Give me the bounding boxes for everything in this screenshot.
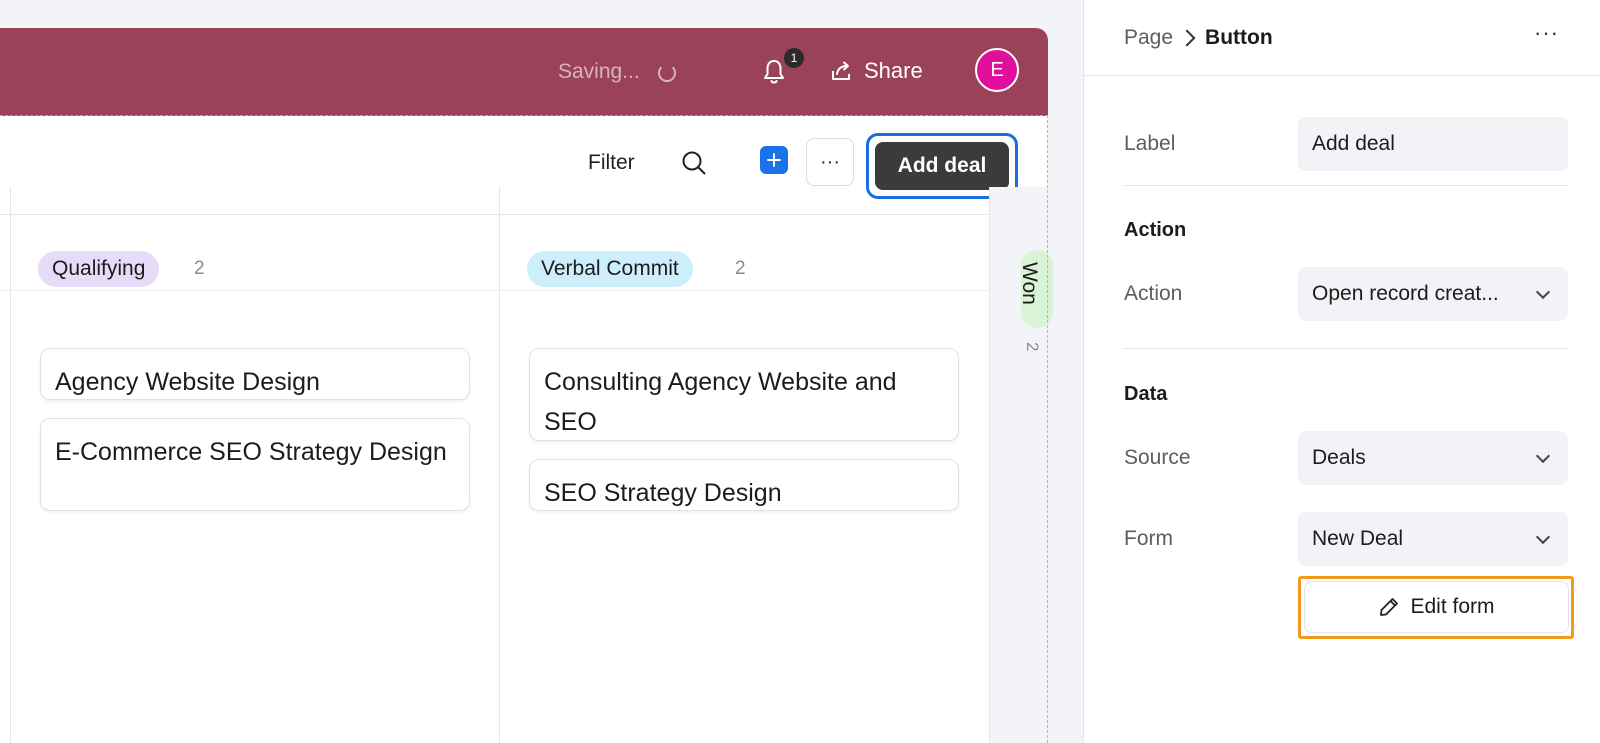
board-toolbar: Filter ··· Add deal — [0, 116, 1048, 215]
ellipsis-icon: ··· — [820, 150, 840, 173]
label-input[interactable]: Add deal — [1298, 117, 1568, 171]
form-field-label: Form — [1124, 527, 1173, 550]
chevron-down-icon — [1535, 529, 1551, 545]
pencil-icon — [1380, 598, 1399, 616]
share-icon — [832, 61, 850, 80]
column-divider — [499, 187, 500, 743]
source-field-label: Source — [1124, 446, 1191, 469]
panel-divider — [1084, 75, 1600, 76]
edit-form-button[interactable]: Edit form — [1304, 581, 1569, 633]
add-block-button[interactable] — [760, 146, 788, 174]
breadcrumb-page[interactable]: Page — [1124, 26, 1173, 50]
stage-pill-verbal-commit[interactable]: Verbal Commit — [527, 251, 693, 287]
plus-icon — [767, 153, 781, 167]
filter-button[interactable]: Filter — [588, 151, 635, 175]
app-header: Saving... 1 Share E — [0, 28, 1048, 116]
action-select-value: Open record creat... — [1312, 282, 1499, 305]
deal-card[interactable]: SEO Strategy Design — [529, 459, 959, 511]
stage-count: 2 — [735, 258, 746, 279]
share-button[interactable]: Share — [830, 54, 923, 88]
breadcrumb-current: Button — [1205, 26, 1273, 49]
source-select[interactable]: Deals — [1298, 431, 1568, 485]
stage-count: 2 — [194, 258, 205, 279]
deal-card-title: E-Commerce SEO Strategy Design — [55, 438, 447, 466]
spinner-icon — [658, 64, 676, 82]
action-field-label: Action — [1124, 282, 1183, 305]
breadcrumb: Page Button — [1124, 26, 1273, 50]
deal-card-title: Consulting Agency Website and SEO — [544, 368, 897, 436]
section-divider — [1124, 348, 1568, 349]
properties-panel: Page Button ··· Label Add deal Action Ac… — [1083, 0, 1600, 743]
deal-card[interactable]: Agency Website Design — [40, 348, 470, 400]
section-divider — [1124, 185, 1568, 186]
chevron-down-icon — [1535, 448, 1551, 464]
chevron-right-icon — [1178, 29, 1196, 47]
canvas-selection-edge — [1047, 115, 1048, 743]
add-deal-button[interactable]: Add deal — [875, 142, 1009, 190]
label-field-label: Label — [1124, 132, 1176, 155]
column-header-divider — [0, 290, 990, 291]
search-icon[interactable] — [680, 149, 708, 177]
edit-form-label: Edit form — [1410, 595, 1495, 618]
column-divider — [10, 187, 11, 743]
deal-card[interactable]: Consulting Agency Website and SEO — [529, 348, 959, 441]
share-label: Share — [864, 58, 923, 83]
action-select[interactable]: Open record creat... — [1298, 267, 1568, 321]
data-section-title: Data — [1124, 383, 1168, 405]
saving-status: Saving... — [558, 60, 640, 83]
panel-more-options-button[interactable]: ··· — [1534, 20, 1559, 46]
deal-card-title: Agency Website Design — [55, 368, 320, 396]
stage-pill-qualifying[interactable]: Qualifying — [38, 251, 160, 287]
source-select-value: Deals — [1312, 446, 1366, 469]
form-select-value: New Deal — [1312, 527, 1404, 550]
form-select[interactable]: New Deal — [1298, 512, 1568, 566]
deal-card[interactable]: E-Commerce SEO Strategy Design — [40, 418, 470, 511]
notification-badge: 1 — [784, 48, 804, 68]
action-section-title: Action — [1124, 219, 1187, 241]
chevron-down-icon — [1535, 284, 1551, 300]
deal-card-title: SEO Strategy Design — [544, 479, 782, 507]
user-avatar[interactable]: E — [975, 48, 1019, 92]
stage-label-won: Won — [1018, 262, 1041, 305]
bell-icon[interactable] — [762, 58, 786, 86]
stage-count: 2 — [1023, 342, 1042, 352]
more-options-button[interactable]: ··· — [806, 138, 854, 186]
